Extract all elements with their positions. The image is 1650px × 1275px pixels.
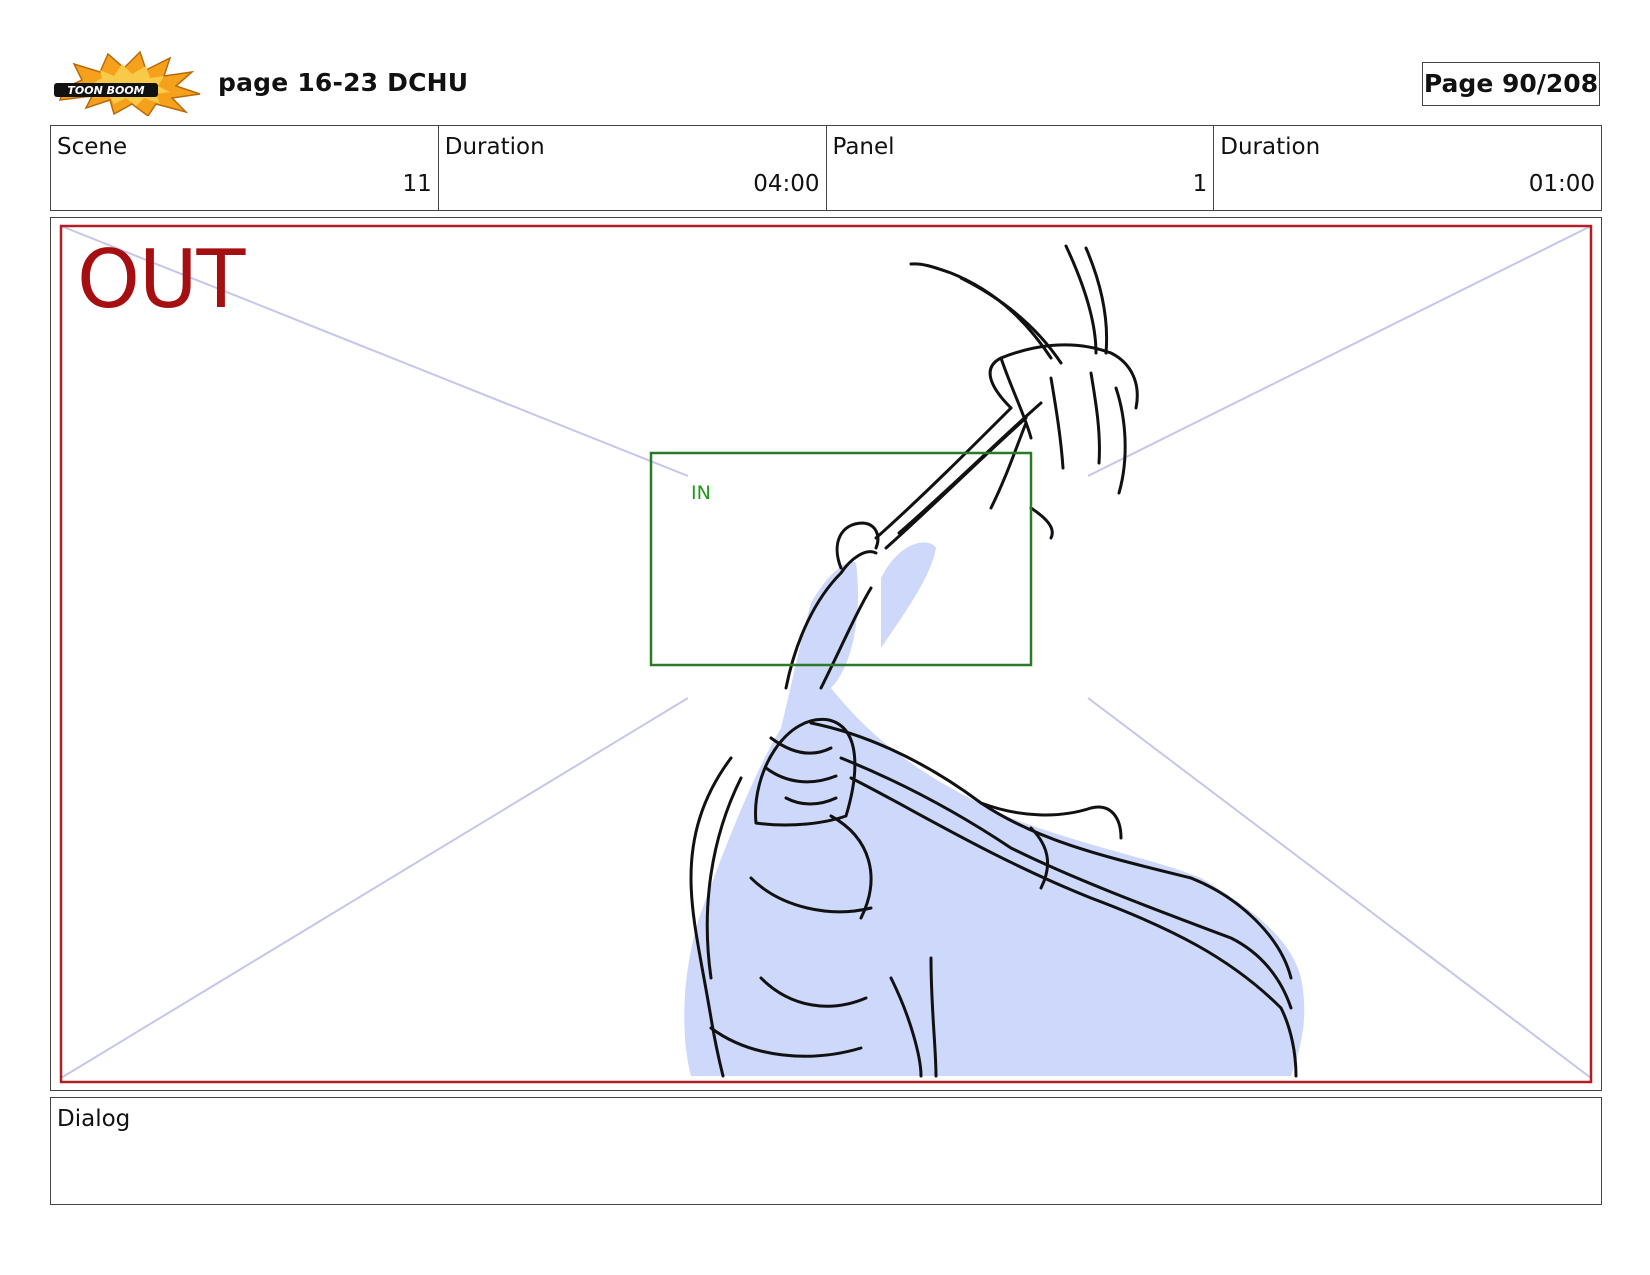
panel-duration-cell: Duration 01:00 [1214,126,1601,210]
out-frame-label: OUT [77,233,245,326]
panel-drawing [59,224,1593,1084]
logo-text: TOON BOOM [67,84,144,97]
panel-value: 1 [1192,171,1208,197]
scene-value: 11 [402,171,432,197]
storyboard-panel: OUT IN [50,217,1602,1091]
panel-label: Panel [832,134,895,160]
scene-duration-cell: Duration 04:00 [439,126,827,210]
scene-duration-value: 04:00 [753,171,820,197]
scene-label: Scene [57,134,128,160]
panel-duration-label: Duration [1220,134,1321,160]
panel-cell: Panel 1 [827,126,1215,210]
in-frame-label: IN [691,482,711,504]
scene-info-row: Scene 11 Duration 04:00 Panel 1 Duration… [50,125,1602,211]
page-counter: Page 90/208 [1422,62,1600,106]
dialog-label: Dialog [57,1106,131,1132]
toonboom-logo: TOON BOOM [52,50,202,118]
dialog-box: Dialog [50,1097,1602,1205]
scene-duration-label: Duration [444,134,545,160]
document-title: page 16-23 DCHU [218,68,469,97]
character-fill [684,542,1305,1076]
panel-duration-value: 01:00 [1528,171,1595,197]
scene-cell: Scene 11 [51,126,439,210]
